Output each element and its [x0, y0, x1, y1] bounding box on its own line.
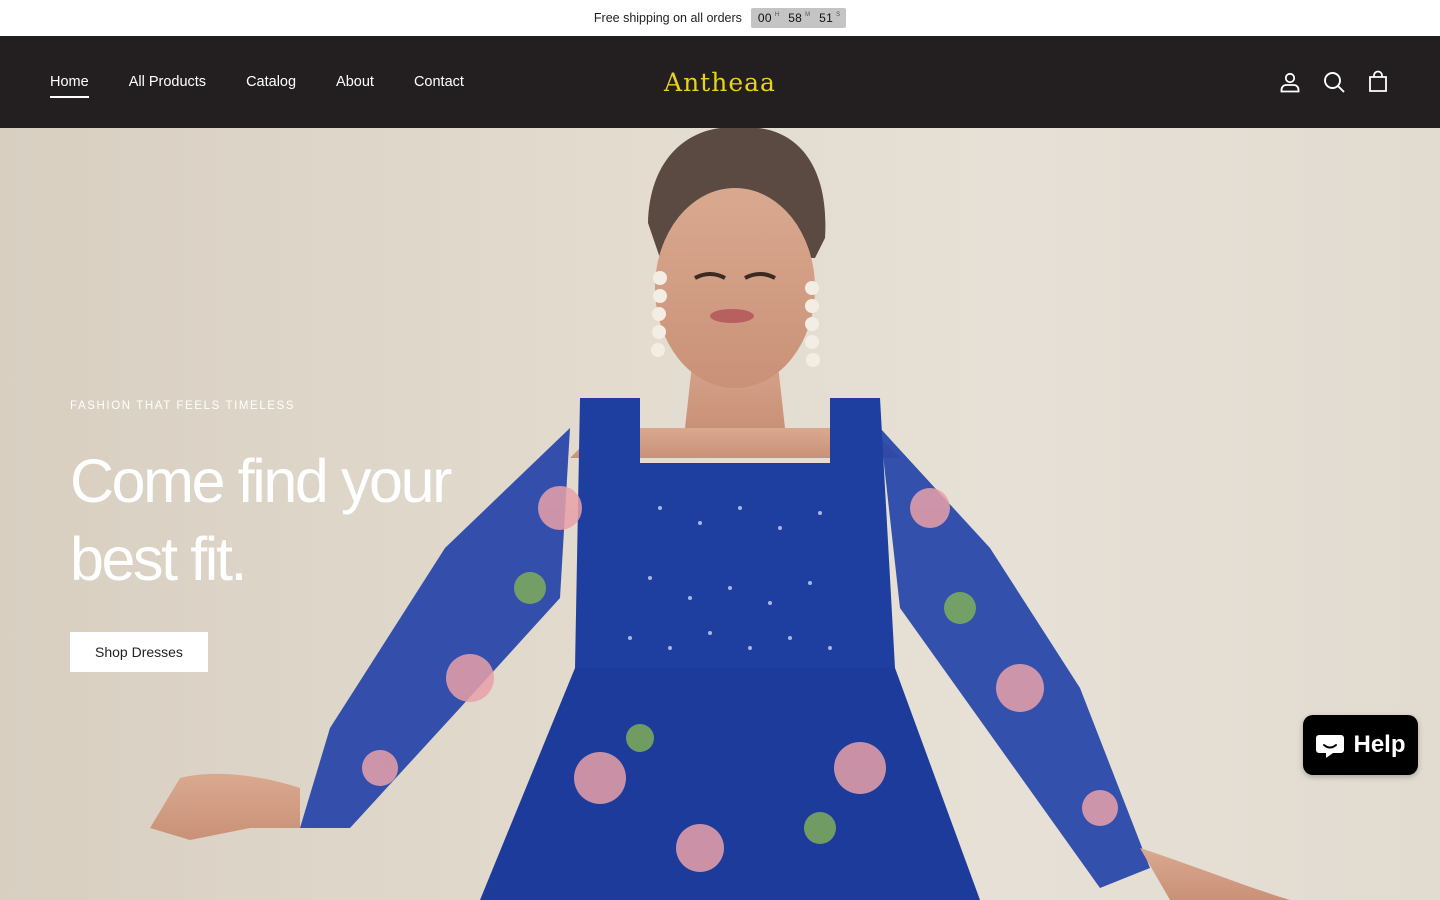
- timer-seconds-unit: S: [836, 12, 841, 18]
- nav-item-contact[interactable]: Contact: [414, 72, 464, 92]
- nav-item-all-products[interactable]: All Products: [129, 72, 206, 92]
- chat-icon: [1316, 735, 1345, 758]
- hero-banner: FASHION THAT FEELS TIMELESS Come find yo…: [0, 128, 1440, 900]
- nav-item-home[interactable]: Home: [50, 72, 89, 98]
- timer-minutes: 58: [788, 11, 803, 25]
- cart-icon[interactable]: [1366, 70, 1390, 94]
- announcement-bar: Free shipping on all orders 00 H 58 M 51…: [0, 0, 1440, 36]
- timer-hours: 00: [757, 11, 772, 25]
- nav-item-catalog[interactable]: Catalog: [246, 72, 296, 92]
- announcement-text: Free shipping on all orders: [593, 11, 742, 25]
- shop-dresses-button[interactable]: Shop Dresses: [70, 632, 208, 672]
- search-icon[interactable]: [1322, 70, 1346, 94]
- site-logo[interactable]: Antheaa: [620, 36, 820, 128]
- help-label: Help: [1353, 731, 1406, 758]
- hero-eyebrow: FASHION THAT FEELS TIMELESS: [70, 400, 296, 412]
- header-icons: [1278, 36, 1390, 128]
- help-chat-button[interactable]: Help: [1303, 715, 1418, 775]
- hero-text-block: FASHION THAT FEELS TIMELESS Come find yo…: [70, 400, 490, 672]
- hero-headline: Come find your best fit.: [70, 447, 452, 593]
- site-header: Home All Products Catalog About Contact …: [0, 36, 1440, 128]
- countdown-timer: 00 H 58 M 51 S: [750, 8, 847, 28]
- timer-hours-unit: H: [774, 12, 780, 18]
- account-icon[interactable]: [1278, 70, 1302, 94]
- main-nav: Home All Products Catalog About Contact: [50, 36, 464, 128]
- timer-minutes-unit: M: [805, 12, 811, 18]
- timer-seconds: 51: [819, 11, 834, 25]
- nav-item-about[interactable]: About: [336, 72, 374, 92]
